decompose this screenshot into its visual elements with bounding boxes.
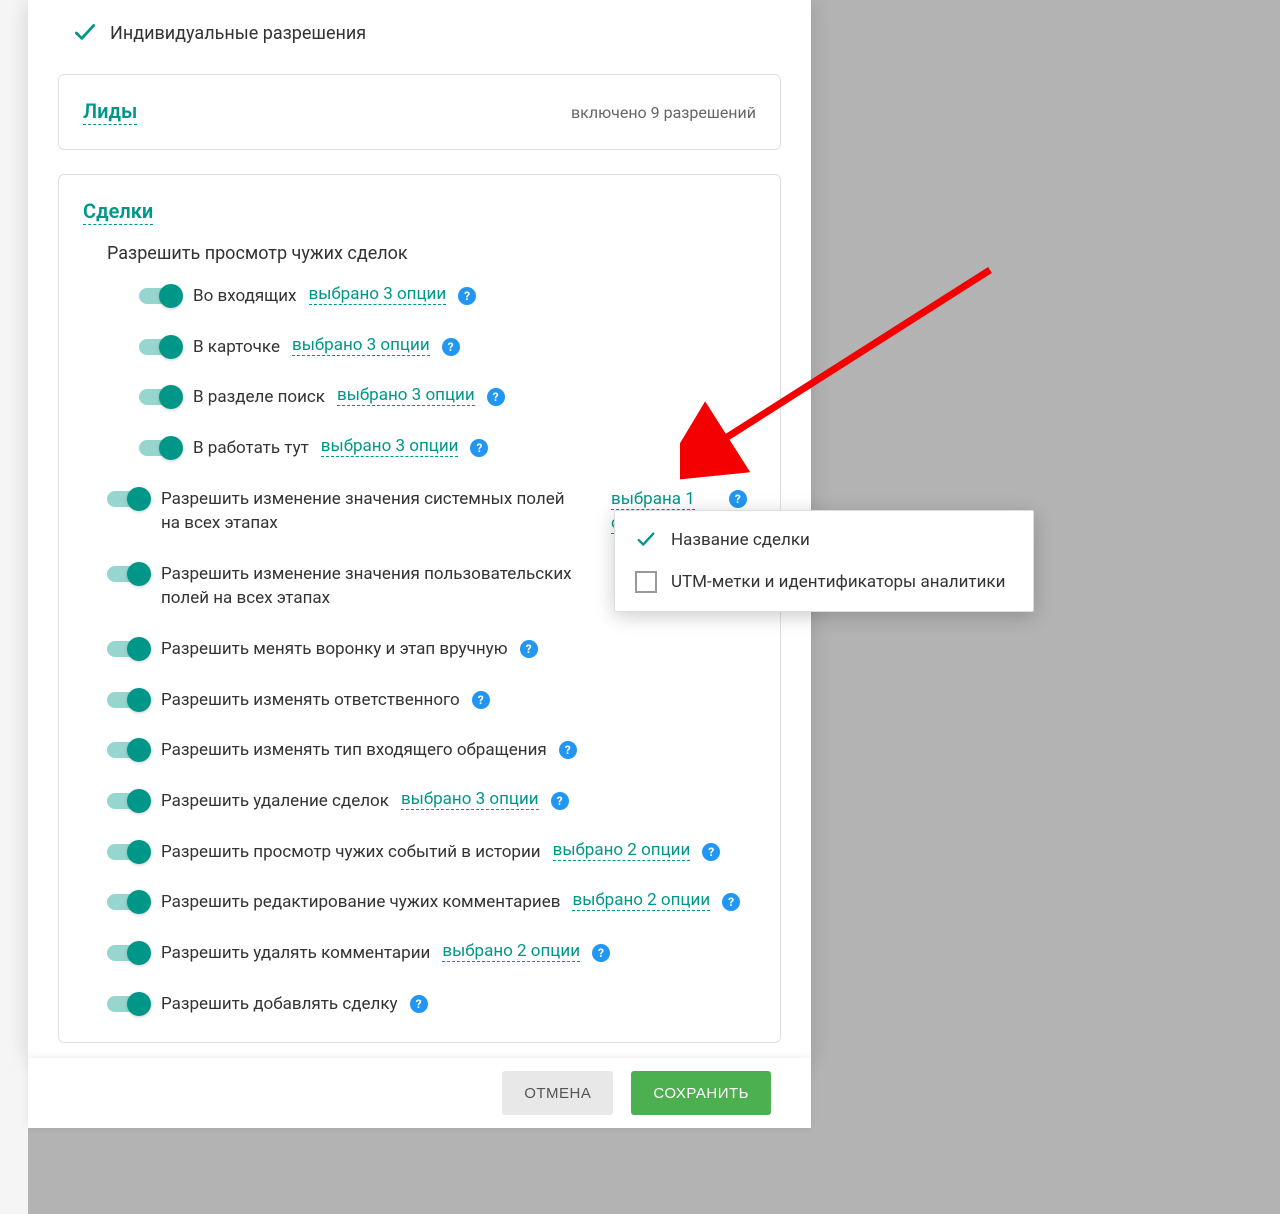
permission-label: Разрешить менять воронку и этап вручную [161, 637, 508, 662]
check-icon [635, 529, 657, 551]
permission-row: Разрешить менять воронку и этап вручную? [107, 637, 756, 662]
help-icon[interactable]: ? [520, 640, 538, 658]
check-icon [72, 20, 98, 46]
help-icon[interactable]: ? [487, 388, 505, 406]
permission-row: Разрешить просмотр чужих событий в истор… [107, 840, 756, 865]
toggle-switch[interactable] [107, 996, 149, 1012]
checkbox-empty-icon [635, 571, 657, 593]
modal-header: Индивидуальные разрешения [28, 0, 811, 74]
options-link[interactable]: выбрано 2 опции [572, 890, 710, 911]
permission-label: Разрешить изменение значения пользовател… [161, 562, 581, 611]
permission-row: Разрешить изменять ответственного? [107, 688, 756, 713]
toggle-switch[interactable] [107, 844, 149, 860]
options-link[interactable]: выбрано 3 опции [309, 284, 447, 305]
cancel-button[interactable]: ОТМЕНА [502, 1071, 613, 1115]
options-link[interactable]: выбрано 3 опции [292, 335, 430, 356]
help-icon[interactable]: ? [722, 893, 740, 911]
permission-label: Разрешить просмотр чужих событий в истор… [161, 840, 541, 865]
deals-title[interactable]: Сделки [83, 199, 153, 225]
leads-count: включено 9 разрешений [571, 103, 756, 122]
permission-row: Во входящих выбрано 3 опции? [139, 284, 756, 309]
popup-option-label: UTM-метки и идентификаторы аналитики [671, 572, 1005, 592]
toggle-switch[interactable] [107, 566, 149, 582]
permission-label: В работать тут [193, 436, 309, 461]
toggle-switch[interactable] [139, 339, 181, 355]
deals-view-rows: Во входящих выбрано 3 опции? В карточке выб… [139, 284, 756, 461]
leads-title[interactable]: Лиды [83, 99, 137, 125]
permission-row: В работать тут выбрано 3 опции? [139, 436, 756, 461]
help-icon[interactable]: ? [410, 995, 428, 1013]
toggle-switch[interactable] [107, 894, 149, 910]
toggle-switch[interactable] [107, 945, 149, 961]
help-icon[interactable]: ? [458, 287, 476, 305]
permission-label: Разрешить удалять комментарии [161, 941, 430, 966]
help-icon[interactable]: ? [442, 338, 460, 356]
toggle-switch[interactable] [139, 440, 181, 456]
permission-label: В разделе поиск [193, 385, 325, 410]
permission-label: Разрешить редактирование чужих комментар… [161, 890, 560, 915]
options-link[interactable]: выбрано 2 опции [553, 840, 691, 861]
permission-row: Разрешить редактирование чужих комментар… [107, 890, 756, 915]
permission-row: В разделе поиск выбрано 3 опции? [139, 385, 756, 410]
permission-label: Разрешить изменение значения системных п… [161, 487, 581, 536]
permission-label: Разрешить добавлять сделку [161, 992, 398, 1017]
permission-row: Разрешить удалять комментарии выбрано 2 о… [107, 941, 756, 966]
help-icon[interactable]: ? [559, 741, 577, 759]
popup-option-deal-name[interactable]: Название сделки [615, 519, 1033, 561]
permission-label: Разрешить удаление сделок [161, 789, 389, 814]
leads-card[interactable]: Лиды включено 9 разрешений [58, 74, 781, 150]
toggle-switch[interactable] [107, 491, 149, 507]
help-icon[interactable]: ? [551, 792, 569, 810]
save-button[interactable]: СОХРАНИТЬ [631, 1071, 771, 1115]
options-link[interactable]: выбрано 3 опции [321, 436, 459, 457]
permission-label: Разрешить изменять ответственного [161, 688, 460, 713]
help-icon[interactable]: ? [702, 843, 720, 861]
deals-view-section-title: Разрешить просмотр чужих сделок [107, 243, 756, 264]
permission-label: Разрешить изменять тип входящего обращен… [161, 738, 547, 763]
permission-row: В карточке выбрано 3 опции? [139, 335, 756, 360]
background-page [0, 0, 28, 1214]
options-link[interactable]: выбрано 2 опции [442, 941, 580, 962]
permission-row: Разрешить изменять тип входящего обращен… [107, 738, 756, 763]
toggle-switch[interactable] [107, 742, 149, 758]
popup-option-label: Название сделки [671, 530, 810, 550]
toggle-switch[interactable] [107, 641, 149, 657]
options-link[interactable]: выбрано 3 опции [401, 789, 539, 810]
popup-option-utm[interactable]: UTM-метки и идентификаторы аналитики [615, 561, 1033, 603]
permission-label: Во входящих [193, 284, 297, 309]
help-icon[interactable]: ? [592, 944, 610, 962]
toggle-switch[interactable] [107, 793, 149, 809]
modal-footer: ОТМЕНА СОХРАНИТЬ [28, 1058, 811, 1128]
modal-title: Индивидуальные разрешения [110, 23, 366, 44]
toggle-switch[interactable] [107, 692, 149, 708]
options-link[interactable]: выбрано 3 опции [337, 385, 475, 406]
permission-row: Разрешить добавлять сделку? [107, 992, 756, 1017]
toggle-switch[interactable] [139, 389, 181, 405]
options-popup: Название сделки UTM-метки и идентификато… [614, 510, 1034, 612]
permission-row: Разрешить удаление сделок выбрано 3 опции… [107, 789, 756, 814]
toggle-switch[interactable] [139, 288, 181, 304]
permission-label: В карточке [193, 335, 280, 360]
help-icon[interactable]: ? [729, 490, 747, 508]
help-icon[interactable]: ? [470, 439, 488, 457]
help-icon[interactable]: ? [472, 691, 490, 709]
